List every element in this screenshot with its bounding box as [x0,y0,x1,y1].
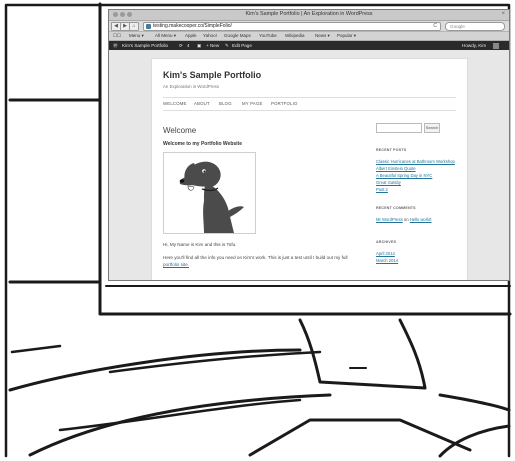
site-favicon-icon [146,24,151,29]
menu-divider-top [163,97,456,98]
bookmark-item[interactable]: News ▾ [315,32,330,40]
dog-illustration-icon [179,161,244,233]
bookmark-item[interactable]: Apple [185,32,197,40]
recent-comments-heading: RECENT COMMENTS [376,206,416,210]
archive-link[interactable]: April 2014 [376,251,395,256]
pencil-icon: ✎ [225,43,229,48]
window-title: Kim's Sample Portfolio | An Exploration … [245,11,373,17]
bookmark-item[interactable]: Yahoo! [203,32,217,40]
menu-item-about[interactable]: ABOUT [194,101,210,106]
wordpress-admin-bar: Ⓦ Kim's Sample Portfolio ⟳ 4 ▣ + New ✎ E… [109,41,509,50]
recent-post-link[interactable]: Great Gatsby [376,180,401,185]
intro-text: Hi, My Name is Kim and this is Tofu. [163,242,237,247]
navigation-toolbar: ◀ ▶ ⌂ testing.makecooper.co/SimpleFolio/… [109,21,509,32]
site-description: An Exploration in WordPress [163,84,220,89]
recent-posts-heading: RECENT POSTS [376,148,407,152]
admin-howdy-user[interactable]: Howdy, Kim [462,41,486,50]
comment-on-text: on [403,217,409,222]
search-input[interactable]: Google [445,22,505,31]
browser-window: Kim's Sample Portfolio | An Exploration … [108,9,510,281]
archive-link[interactable]: March 2014 [376,258,398,263]
admin-site-name[interactable]: Kim's Sample Portfolio [122,41,168,50]
recent-post-link[interactable]: Post 2 [376,187,388,192]
address-bar[interactable]: testing.makecooper.co/SimpleFolio/ C [143,22,441,31]
url-text[interactable]: testing.makecooper.co/SimpleFolio/ [153,23,232,30]
home-button[interactable]: ⌂ [129,22,139,31]
refresh-icon[interactable]: ⟳ [179,41,183,50]
comment-post-link[interactable]: Hello world! [410,217,432,222]
comments-count[interactable]: 4 [187,41,190,50]
recent-post-link[interactable]: Albert Einstein Quote [376,166,416,171]
page-viewport: Kim's Sample Portfolio An Exploration in… [109,50,509,280]
bookmark-item[interactable]: Wikipedia [285,32,305,40]
page-subheading: Welcome to my Portfolio Website [163,141,242,147]
menu-divider-bottom [163,110,456,111]
page-title: Welcome [163,126,197,135]
comment-icon[interactable]: ▣ [197,41,201,50]
dog-image [163,152,256,234]
bookmarks-bar: ☐☐ Menu ▾ All Menu ▾ Apple Yahoo! Google… [109,32,509,41]
admin-edit-page-button[interactable]: Edit Page [232,41,252,50]
recent-comment-item: Mr WordPress on Hello world! [376,217,432,222]
avatar[interactable] [493,42,499,49]
admin-new-button[interactable]: + New [206,41,219,50]
wordpress-page: Kim's Sample Portfolio An Exploration in… [151,58,468,280]
recent-post-link[interactable]: A Beautiful Spring Day in NYC [376,173,432,178]
portfolio-link[interactable]: portfolio site. [163,262,189,267]
sidebar-search-input[interactable] [376,123,422,133]
bookmark-item[interactable]: Menu ▾ [129,32,144,40]
bookmark-item[interactable]: All Menu ▾ [155,32,176,40]
menu-item-my-page[interactable]: MY PAGE [242,101,263,106]
bookmark-item[interactable]: Popular ▾ [337,32,356,40]
menu-item-blog[interactable]: BLOG [219,101,232,106]
title-bar: Kim's Sample Portfolio | An Exploration … [109,10,509,21]
reload-icon[interactable]: C [433,23,437,30]
close-icon[interactable]: × [501,11,505,17]
reading-list-icon[interactable]: ☐☐ [113,32,121,40]
recent-post-link[interactable]: Classic Hurricanes at Bathroom Workshop [376,159,455,164]
menu-item-portfolio[interactable]: PORTFOLIO [271,101,298,106]
search-placeholder: Google [450,24,465,29]
site-title[interactable]: Kim's Sample Portfolio [163,70,261,80]
body-text: Here you'll find all the info you need o… [163,255,348,260]
sidebar-search-button[interactable]: Search [424,123,440,133]
bookmark-item[interactable]: YouTube [259,32,277,40]
comment-author-link[interactable]: Mr WordPress [376,217,403,222]
menu-item-welcome[interactable]: WELCOME [163,101,187,106]
archives-heading: ARCHIVES [376,240,397,244]
wordpress-logo-icon[interactable]: Ⓦ [113,41,118,50]
bookmark-item[interactable]: Google Maps [224,32,251,40]
